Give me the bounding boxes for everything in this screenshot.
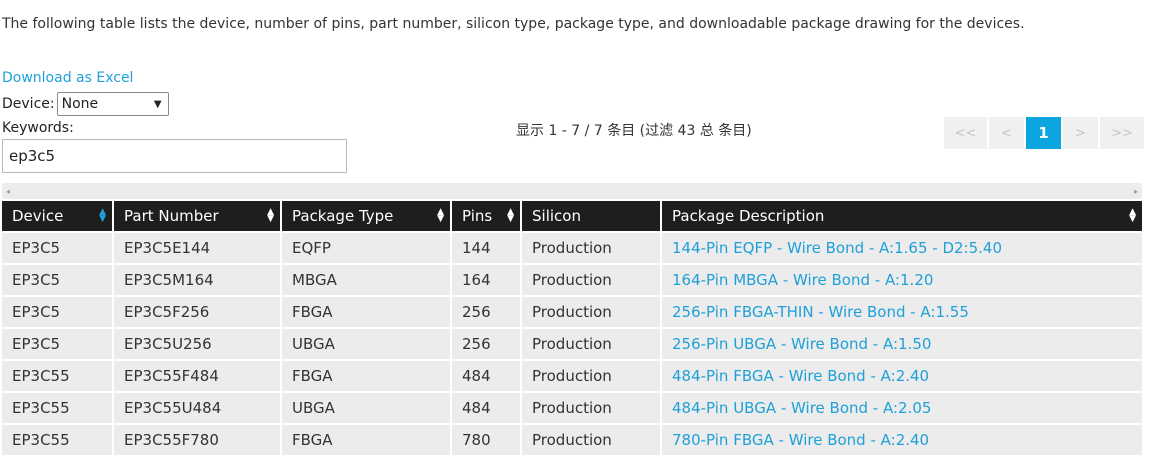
cell-package-type: EQFP [282, 233, 450, 263]
table-row: EP3C5 EP3C5E144 EQFP 144 Production 144-… [2, 233, 1142, 263]
scroll-left-icon[interactable]: ◂ [6, 187, 10, 196]
cell-silicon: Production [522, 361, 660, 391]
table-row: EP3C55 EP3C55F780 FBGA 780 Production 78… [2, 425, 1142, 455]
column-header-label: Pins [462, 207, 493, 225]
cell-device: EP3C5 [2, 265, 112, 295]
cell-part-number: EP3C5M164 [114, 265, 280, 295]
package-drawing-link[interactable]: 484-Pin FBGA - Wire Bond - A:2.40 [662, 361, 1142, 391]
cell-device: EP3C5 [2, 329, 112, 359]
keywords-input[interactable] [2, 139, 347, 173]
column-header-part-number[interactable]: Part Number ▲ ▼ [114, 201, 280, 231]
cell-silicon: Production [522, 329, 660, 359]
cell-package-type: FBGA [282, 297, 450, 327]
pager-next-button[interactable]: > [1063, 117, 1098, 149]
cell-pins: 256 [452, 297, 520, 327]
pager-first-button[interactable]: << [944, 117, 987, 149]
sort-icon: ▲ ▼ [437, 207, 444, 224]
cell-device: EP3C55 [2, 361, 112, 391]
package-drawing-link[interactable]: 484-Pin UBGA - Wire Bond - A:2.05 [662, 393, 1142, 423]
cell-package-type: FBGA [282, 361, 450, 391]
sort-icon: ▲ ▼ [99, 207, 106, 224]
column-header-package-type[interactable]: Package Type ▲ ▼ [282, 201, 450, 231]
cell-device: EP3C55 [2, 393, 112, 423]
cell-pins: 164 [452, 265, 520, 295]
cell-silicon: Production [522, 233, 660, 263]
cell-silicon: Production [522, 425, 660, 455]
table-row: EP3C5 EP3C5M164 MBGA 164 Production 164-… [2, 265, 1142, 295]
cell-silicon: Production [522, 393, 660, 423]
device-filter: Device: None ▼ [2, 92, 169, 116]
cell-part-number: EP3C55F780 [114, 425, 280, 455]
column-header-package-description[interactable]: Package Description ▲ ▼ [662, 201, 1142, 231]
package-drawing-link[interactable]: 256-Pin UBGA - Wire Bond - A:1.50 [662, 329, 1142, 359]
cell-pins: 484 [452, 393, 520, 423]
cell-silicon: Production [522, 265, 660, 295]
devices-table: Device ▲ ▼ Part Number ▲ ▼ Package Type ▲ ▼ Pi… [0, 199, 1144, 457]
download-excel-link[interactable]: Download as Excel [2, 70, 133, 86]
horizontal-scrollbar[interactable]: ◂ ▸ [2, 183, 1142, 199]
column-header-label: Device [12, 207, 64, 225]
package-drawing-link[interactable]: 164-Pin MBGA - Wire Bond - A:1.20 [662, 265, 1142, 295]
cell-pins: 484 [452, 361, 520, 391]
cell-pins: 144 [452, 233, 520, 263]
cell-part-number: EP3C5U256 [114, 329, 280, 359]
cell-part-number: EP3C55F484 [114, 361, 280, 391]
column-header-label: Package Type [292, 207, 394, 225]
intro-text: The following table lists the device, nu… [2, 16, 1025, 32]
package-drawing-link[interactable]: 144-Pin EQFP - Wire Bond - A:1.65 - D2:5… [662, 233, 1142, 263]
keywords-label: Keywords: [2, 120, 74, 136]
pager-page-button[interactable]: 1 [1026, 117, 1061, 149]
table-header-row: Device ▲ ▼ Part Number ▲ ▼ Package Type ▲ ▼ Pi… [2, 201, 1142, 231]
cell-package-type: FBGA [282, 425, 450, 455]
scroll-right-icon[interactable]: ▸ [1134, 187, 1138, 196]
package-drawing-link[interactable]: 256-Pin FBGA-THIN - Wire Bond - A:1.55 [662, 297, 1142, 327]
cell-device: EP3C5 [2, 297, 112, 327]
package-drawing-link[interactable]: 780-Pin FBGA - Wire Bond - A:2.40 [662, 425, 1142, 455]
pagination: << < 1 > >> [944, 117, 1144, 149]
device-select-value: None [61, 96, 99, 112]
table-row: EP3C55 EP3C55F484 FBGA 484 Production 48… [2, 361, 1142, 391]
sort-icon: ▲ ▼ [1129, 207, 1136, 224]
sort-icon: ▲ ▼ [507, 207, 514, 224]
table-row: EP3C5 EP3C5F256 FBGA 256 Production 256-… [2, 297, 1142, 327]
cell-pins: 256 [452, 329, 520, 359]
table-row: EP3C5 EP3C5U256 UBGA 256 Production 256-… [2, 329, 1142, 359]
column-header-label: Package Description [672, 207, 825, 225]
table-row: EP3C55 EP3C55U484 UBGA 484 Production 48… [2, 393, 1142, 423]
column-header-label: Silicon [532, 207, 581, 225]
pager-last-button[interactable]: >> [1100, 117, 1144, 149]
table-info-text: 显示 1 - 7 / 7 条目 (过滤 43 总 条目) [516, 123, 752, 139]
cell-package-type: UBGA [282, 393, 450, 423]
cell-package-type: UBGA [282, 329, 450, 359]
column-header-label: Part Number [124, 207, 219, 225]
column-header-silicon[interactable]: Silicon [522, 201, 660, 231]
cell-part-number: EP3C5E144 [114, 233, 280, 263]
cell-package-type: MBGA [282, 265, 450, 295]
cell-part-number: EP3C55U484 [114, 393, 280, 423]
device-filter-label: Device: [2, 96, 55, 112]
cell-device: EP3C55 [2, 425, 112, 455]
device-select[interactable]: None ▼ [56, 92, 169, 116]
column-header-device[interactable]: Device ▲ ▼ [2, 201, 112, 231]
chevron-down-icon: ▼ [153, 98, 162, 110]
cell-part-number: EP3C5F256 [114, 297, 280, 327]
sort-icon: ▲ ▼ [267, 207, 274, 224]
cell-device: EP3C5 [2, 233, 112, 263]
column-header-pins[interactable]: Pins ▲ ▼ [452, 201, 520, 231]
cell-silicon: Production [522, 297, 660, 327]
cell-pins: 780 [452, 425, 520, 455]
pager-prev-button[interactable]: < [989, 117, 1024, 149]
